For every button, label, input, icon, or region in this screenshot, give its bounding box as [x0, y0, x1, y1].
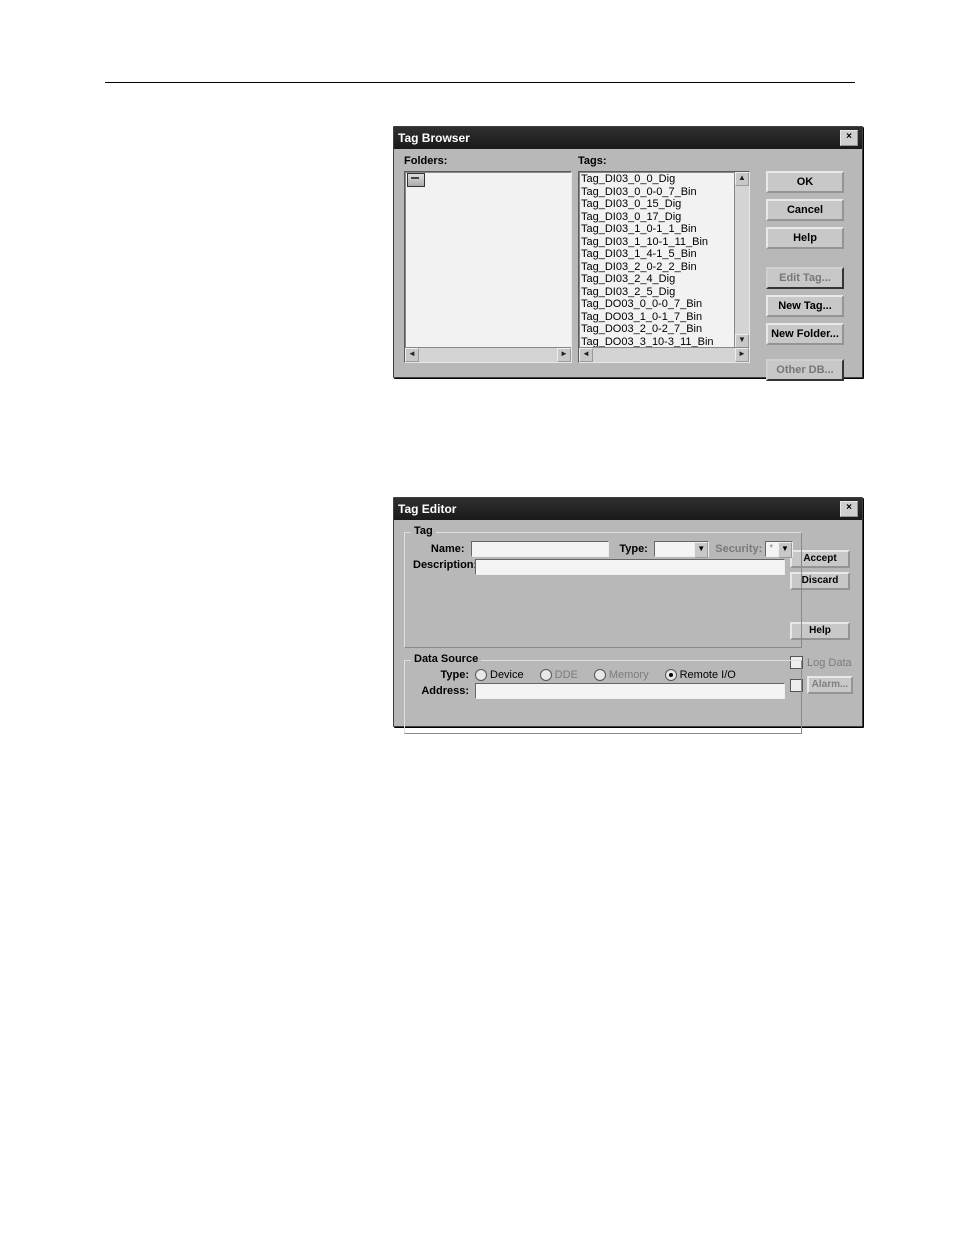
cancel-button[interactable]: Cancel	[766, 199, 844, 221]
list-item[interactable]: Tag_DI03_1_4-1_5_Bin	[581, 248, 731, 261]
log-data-label: Log Data	[807, 657, 852, 669]
security-combo: * ▼	[765, 541, 793, 557]
tag-editor-dialog: Tag Editor × Accept Discard Help Log Dat…	[393, 497, 863, 727]
list-item[interactable]: Tag_DO03_0_0-0_7_Bin	[581, 298, 731, 311]
list-item[interactable]: Tag_DI03_2_0-2_2_Bin	[581, 261, 731, 274]
description-field[interactable]	[475, 559, 785, 575]
scroll-down-icon[interactable]: ▼	[735, 334, 749, 348]
scroll-up-icon[interactable]: ▲	[735, 172, 749, 186]
help-button[interactable]: Help	[766, 227, 844, 249]
data-source-title: Data Source	[411, 653, 481, 665]
folders-hscrollbar[interactable]: ◄ ►	[405, 347, 571, 362]
other-db-button: Other DB...	[766, 359, 844, 381]
ds-type-label: Type:	[413, 669, 469, 681]
tag-browser-titlebar[interactable]: Tag Browser ×	[394, 127, 862, 149]
list-item[interactable]: Tag_DI03_0_15_Dig	[581, 198, 731, 211]
list-item[interactable]: Tag_DI03_2_5_Dig	[581, 286, 731, 299]
folders-tree[interactable]: ◄ ►	[404, 171, 572, 363]
new-folder-button[interactable]: New Folder...	[766, 323, 844, 345]
security-label: Security:	[715, 543, 759, 555]
tag-editor-title: Tag Editor	[398, 502, 456, 516]
list-item[interactable]: Tag_DO03_2_0-2_7_Bin	[581, 323, 731, 336]
alarm-button: Alarm...	[807, 676, 853, 694]
description-label: Description:	[413, 559, 469, 571]
folder-icon	[407, 173, 425, 187]
list-item[interactable]: Tag_DO03_1_0-1_7_Bin	[581, 311, 731, 324]
ok-button[interactable]: OK	[766, 171, 844, 193]
list-item[interactable]: Tag_DI03_1_10-1_11_Bin	[581, 236, 731, 249]
tags-listbox[interactable]: Tag_DI03_0_0_DigTag_DI03_0_0-0_7_BinTag_…	[578, 171, 750, 363]
edit-tag-button: Edit Tag...	[766, 267, 844, 289]
data-source-group: Data Source Type: Device DDE Memory Remo…	[404, 660, 802, 734]
close-icon[interactable]: ×	[840, 501, 858, 517]
tag-editor-titlebar[interactable]: Tag Editor ×	[394, 498, 862, 520]
list-item[interactable]: Tag_DI03_2_4_Dig	[581, 273, 731, 286]
address-field[interactable]	[475, 683, 785, 699]
tag-browser-title: Tag Browser	[398, 131, 470, 145]
chevron-down-icon: ▼	[778, 542, 792, 558]
list-item[interactable]: Tag_DI03_0_0-0_7_Bin	[581, 186, 731, 199]
new-tag-button[interactable]: New Tag...	[766, 295, 844, 317]
scroll-left-icon[interactable]: ◄	[405, 348, 419, 362]
radio-memory: Memory	[594, 669, 649, 681]
scroll-left-icon[interactable]: ◄	[579, 348, 593, 362]
tags-label: Tags:	[578, 155, 607, 167]
radio-dde: DDE	[540, 669, 578, 681]
chevron-down-icon[interactable]: ▼	[694, 542, 708, 558]
name-label: Name:	[413, 543, 465, 555]
list-item[interactable]: Tag_DI03_0_17_Dig	[581, 211, 731, 224]
scroll-right-icon[interactable]: ►	[557, 348, 571, 362]
scroll-right-icon[interactable]: ►	[735, 348, 749, 362]
security-value: *	[769, 543, 773, 554]
list-item[interactable]: Tag_DI03_1_0-1_1_Bin	[581, 223, 731, 236]
close-icon[interactable]: ×	[840, 130, 858, 146]
radio-device[interactable]: Device	[475, 669, 524, 681]
address-label: Address:	[413, 685, 469, 697]
radio-remote-io[interactable]: Remote I/O	[665, 669, 736, 681]
tag-group: Tag Name: Type: ▼ Security: * ▼ Descript…	[404, 532, 802, 648]
folders-label: Folders:	[404, 155, 447, 167]
type-combo[interactable]: ▼	[654, 541, 709, 557]
tag-group-title: Tag	[411, 525, 436, 537]
tag-browser-dialog: Tag Browser × Folders: Tags: ◄ ► Tag_DI0…	[393, 126, 863, 378]
name-field[interactable]	[471, 541, 609, 557]
type-label: Type:	[615, 543, 648, 555]
tags-vscrollbar[interactable]: ▲ ▼	[734, 172, 749, 348]
list-item[interactable]: Tag_DI03_0_0_Dig	[581, 173, 731, 186]
tags-hscrollbar[interactable]: ◄ ►	[579, 347, 749, 362]
page-rule	[105, 82, 855, 83]
